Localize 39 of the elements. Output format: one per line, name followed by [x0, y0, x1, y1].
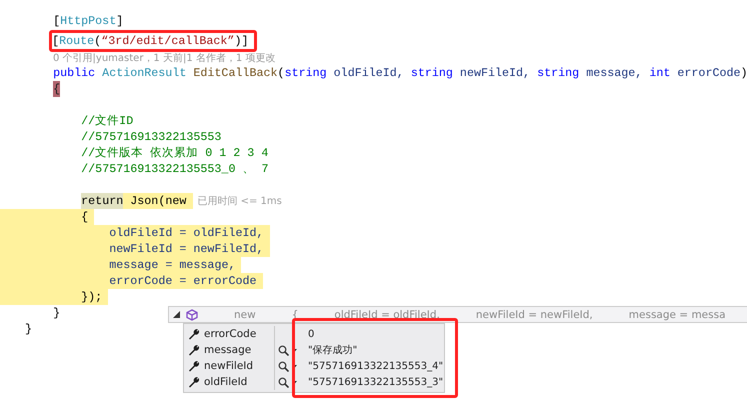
code-line: //575716913322135553_0 、 7: [81, 161, 268, 177]
code-line: }: [25, 321, 32, 337]
wrench-icon: [188, 328, 200, 340]
code-line: errorCode = errorCode: [109, 273, 257, 289]
elapsed-time-hint: 已用时间 <= 1ms: [197, 194, 282, 208]
member-value: "575716913322135553_4": [308, 360, 444, 372]
code-line: [Route(“3rd/edit/callBack”)]: [52, 33, 248, 49]
member-name: errorCode: [204, 328, 256, 340]
code-line: message = message,: [109, 257, 236, 273]
expander-icon[interactable]: [173, 311, 180, 318]
code-line: public ActionResult EditCallBack(string oldFileId, string newFileId, string message, int errorCode): [53, 65, 747, 81]
wrench-icon: [188, 344, 200, 356]
code-line: //文件版本 依次累加 0 1 2 3 4: [81, 145, 268, 161]
datatip-header-text: new: [234, 308, 256, 320]
datatip-header-text: newFileId = newFileId,: [476, 308, 593, 320]
search-icon[interactable]: [278, 360, 289, 372]
datatip-header-text: message = messa: [628, 308, 726, 320]
member-name: oldFileId: [204, 376, 248, 388]
member-value: "575716913322135553_3": [308, 376, 444, 388]
code-line: //文件ID: [81, 113, 134, 129]
codelens-text[interactable]: 0 个引用|yumaster，1 天前|1 名作者，1 项更改: [0, 53, 276, 65]
member-name: message: [204, 344, 252, 356]
code-line: //575716913322135553: [81, 129, 222, 145]
wrench-icon: [188, 376, 200, 388]
code-line: newFileId = newFileId,: [109, 241, 264, 257]
search-icon[interactable]: [278, 344, 289, 356]
code-line: {: [81, 209, 88, 225]
cube-icon: [186, 308, 198, 320]
datatip-header-text: oldFileId = oldFileId,: [334, 308, 440, 320]
member-value: 0: [308, 328, 314, 340]
search-icon[interactable]: [278, 376, 289, 388]
code-line: }: [53, 305, 60, 321]
code-line: [HttpPost]: [53, 13, 124, 29]
member-name: newFileId: [204, 360, 254, 372]
code-line: return Json(new: [81, 193, 194, 209]
wrench-icon: [188, 360, 200, 372]
member-value: "保存成功": [308, 344, 358, 357]
code-line: });: [81, 289, 102, 305]
code-line: oldFileId = oldFileId,: [109, 225, 264, 241]
